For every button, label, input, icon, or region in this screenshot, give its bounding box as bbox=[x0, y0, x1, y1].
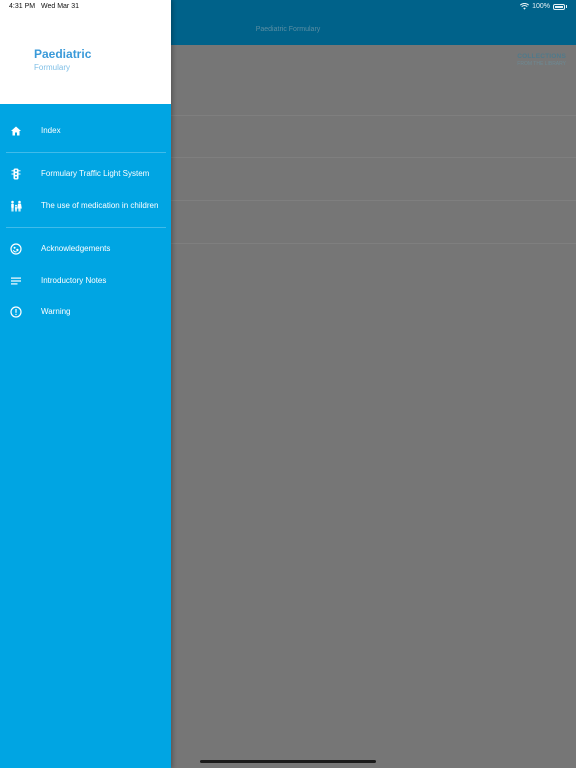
collections-label: COLLECTIONS bbox=[517, 53, 566, 60]
menu-item-label: Formulary Traffic Light System bbox=[41, 169, 150, 178]
list-divider bbox=[171, 115, 576, 116]
notes-icon bbox=[10, 275, 22, 287]
acknowledgements-icon bbox=[10, 243, 22, 255]
list-divider bbox=[171, 243, 576, 244]
collections-sub: FROM THE LIBRARY bbox=[517, 61, 566, 67]
list-divider bbox=[171, 200, 576, 201]
status-date: Wed Mar 31 bbox=[41, 3, 79, 10]
menu-item-index[interactable]: Index bbox=[0, 125, 171, 137]
wifi-icon bbox=[520, 3, 530, 10]
menu-item-label: Introductory Notes bbox=[41, 276, 107, 285]
drawer-header: Paediatric Formulary bbox=[0, 0, 171, 104]
traffic-light-icon bbox=[10, 168, 22, 180]
menu-item-introductory-notes[interactable]: Introductory Notes bbox=[0, 275, 171, 287]
warning-icon bbox=[10, 306, 22, 318]
family-icon bbox=[10, 200, 22, 212]
battery-percent: 100% bbox=[532, 3, 550, 10]
status-time: 4:31 PM bbox=[9, 3, 36, 10]
home-indicator[interactable] bbox=[200, 760, 376, 763]
list-divider bbox=[171, 157, 576, 158]
menu-item-label: Acknowledgements bbox=[41, 244, 111, 253]
drawer-subtitle: Formulary bbox=[34, 63, 71, 72]
menu-item-warning[interactable]: Warning bbox=[0, 306, 171, 318]
menu-divider bbox=[6, 227, 166, 228]
status-indicators: 100% bbox=[520, 3, 567, 10]
status-bar: 4:31 PM Wed Mar 31 100% bbox=[0, 0, 576, 14]
menu-item-label: The use of medication in children bbox=[41, 201, 159, 210]
battery-cap bbox=[566, 5, 567, 8]
menu-item-label: Warning bbox=[41, 307, 71, 316]
menu-item-medication-in-children[interactable]: The use of medication in children bbox=[0, 196, 171, 216]
navigation-drawer: Paediatric Formulary Index Formulary Tra… bbox=[0, 0, 171, 768]
menu-item-acknowledgements[interactable]: Acknowledgements bbox=[0, 243, 171, 255]
menu-item-label: Index bbox=[41, 126, 61, 135]
drawer-title: Paediatric bbox=[34, 47, 92, 61]
collections-link[interactable]: COLLECTIONS FROM THE LIBRARY bbox=[517, 53, 566, 67]
menu-divider bbox=[6, 152, 166, 153]
home-icon bbox=[10, 125, 22, 137]
menu-item-traffic-light[interactable]: Formulary Traffic Light System bbox=[0, 168, 171, 180]
battery-icon bbox=[553, 3, 565, 10]
